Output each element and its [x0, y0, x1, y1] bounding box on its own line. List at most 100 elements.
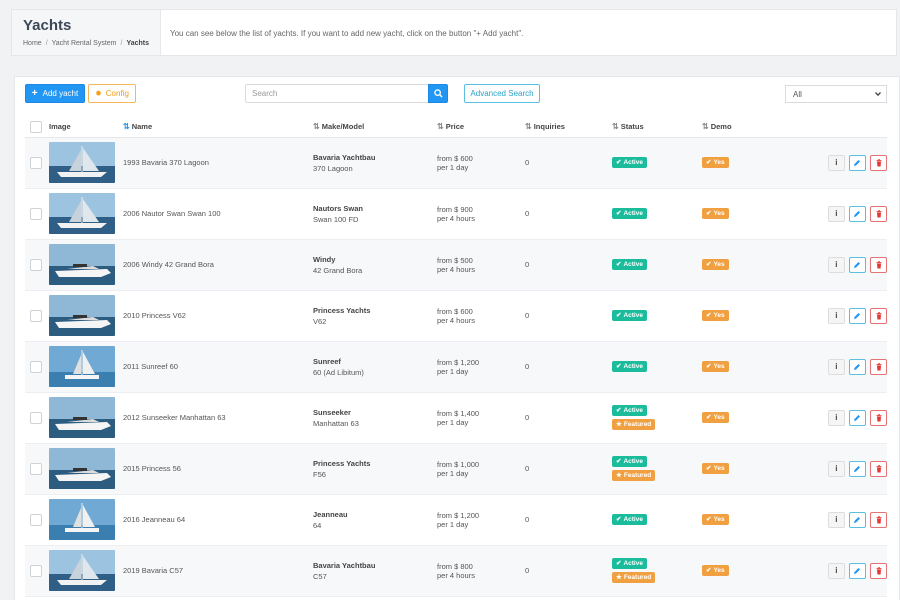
demo-badge[interactable]: ✔ Yes — [702, 310, 729, 321]
yacht-name[interactable]: 2015 Princess 56 — [123, 443, 313, 495]
row-checkbox[interactable] — [30, 156, 42, 169]
row-checkbox[interactable] — [30, 258, 42, 271]
demo-badge[interactable]: ✔ Yes — [702, 361, 729, 372]
status-badge[interactable]: ✔ Active — [612, 456, 647, 467]
table-row[interactable]: 2016 Jeanneau 64 Jeanneau 64 from $ 1,200… — [25, 494, 887, 546]
column-inquiries[interactable]: ⇅ Inquiries — [525, 117, 612, 138]
delete-button[interactable] — [870, 307, 887, 324]
status-badge[interactable]: ✔ Active — [612, 361, 647, 372]
info-button[interactable]: i — [827, 205, 845, 222]
demo-badge[interactable]: ✔ Yes — [702, 259, 729, 270]
table-row[interactable]: 2006 Windy 42 Grand Bora Windy 42 Grand B… — [25, 239, 887, 291]
config-button[interactable]: ✹ Config — [88, 84, 136, 103]
yacht-name[interactable]: 2012 Sunseeker Manhattan 63 — [123, 392, 313, 444]
demo-badge[interactable]: ✔ Yes — [702, 514, 729, 525]
delete-button[interactable] — [870, 511, 887, 528]
edit-button[interactable] — [848, 511, 866, 528]
delete-button[interactable] — [870, 358, 887, 375]
breadcrumb-home[interactable]: Home — [23, 40, 42, 47]
row-checkbox[interactable] — [30, 207, 42, 220]
column-make[interactable]: ⇅ Make/Model — [313, 117, 437, 138]
status-badge[interactable]: ✔ Active — [612, 310, 647, 321]
info-button[interactable]: i — [827, 460, 845, 477]
status-badge[interactable]: ✔ Active — [612, 157, 647, 168]
status-badge[interactable]: ✔ Active — [612, 514, 647, 525]
edit-button[interactable] — [848, 409, 866, 426]
status-badge[interactable]: ✔ Active — [612, 208, 647, 219]
status-badge[interactable]: ✔ Active — [612, 259, 647, 270]
delete-button[interactable] — [870, 460, 887, 477]
info-button[interactable]: i — [827, 409, 845, 426]
yacht-photo[interactable] — [49, 397, 115, 438]
yacht-name[interactable]: 1993 Bavaria 370 Lagoon — [123, 137, 313, 189]
breadcrumb-system[interactable]: Yacht Rental System — [52, 40, 117, 47]
info-button[interactable]: i — [827, 256, 845, 273]
column-price[interactable]: ⇅ Price — [437, 117, 525, 138]
demo-badge[interactable]: ✔ Yes — [702, 208, 729, 219]
column-status[interactable]: ⇅ Status — [612, 117, 702, 138]
edit-button[interactable] — [848, 307, 866, 324]
row-checkbox[interactable] — [30, 513, 42, 526]
edit-button[interactable] — [848, 562, 866, 579]
column-name[interactable]: ⇅ Name — [123, 117, 313, 138]
row-checkbox[interactable] — [30, 411, 42, 424]
select-all-checkbox[interactable] — [30, 120, 42, 133]
edit-button[interactable] — [848, 460, 866, 477]
table-row[interactable]: 1993 Bavaria 370 Lagoon Bavaria Yachtbau… — [25, 137, 887, 189]
yacht-name[interactable]: 2006 Windy 42 Grand Bora — [123, 239, 313, 291]
yacht-make: Princess Yachts — [313, 458, 371, 468]
info-button[interactable]: i — [827, 511, 845, 528]
yacht-name[interactable]: 2011 Sunreef 60 — [123, 341, 313, 393]
info-button[interactable]: i — [827, 562, 845, 579]
column-demo[interactable]: ⇅ Demo — [702, 117, 792, 138]
yacht-photo[interactable] — [49, 346, 115, 387]
demo-badge[interactable]: ✔ Yes — [702, 565, 729, 576]
status-filter-select[interactable]: All — [785, 85, 887, 103]
table-row[interactable]: 2012 Sunseeker Manhattan 63 Sunseeker Man… — [25, 392, 887, 444]
info-button[interactable]: i — [827, 307, 845, 324]
table-row[interactable]: 2011 Sunreef 60 Sunreef 60 (Ad Libitum) f… — [25, 341, 887, 393]
check-icon: ✔ — [706, 312, 712, 319]
row-checkbox[interactable] — [30, 309, 42, 322]
yacht-photo[interactable] — [49, 550, 115, 591]
yacht-name[interactable]: 2016 Jeanneau 64 — [123, 494, 313, 546]
edit-button[interactable] — [848, 256, 866, 273]
edit-button[interactable] — [848, 154, 866, 171]
search-input[interactable] — [245, 84, 428, 103]
edit-button[interactable] — [848, 358, 866, 375]
table-row[interactable]: 2010 Princess V62 Princess Yachts V62 fro… — [25, 290, 887, 342]
row-checkbox[interactable] — [30, 360, 42, 373]
info-icon: i — [835, 157, 838, 167]
yacht-name[interactable]: 2006 Nautor Swan Swan 100 — [123, 188, 313, 240]
yacht-model: F56 — [313, 469, 326, 479]
delete-button[interactable] — [870, 205, 887, 222]
row-checkbox[interactable] — [30, 462, 42, 475]
edit-button[interactable] — [848, 205, 866, 222]
yacht-name[interactable]: 2010 Princess V62 — [123, 290, 313, 342]
yacht-photo[interactable] — [49, 193, 115, 234]
yacht-photo[interactable] — [49, 295, 115, 336]
yacht-name[interactable]: 2019 Bavaria C57 — [123, 545, 313, 597]
demo-badge[interactable]: ✔ Yes — [702, 157, 729, 168]
add-yacht-button[interactable]: + Add yacht — [25, 84, 85, 103]
table-row[interactable]: 2015 Princess 56 Princess Yachts F56 from… — [25, 443, 887, 495]
delete-button[interactable] — [870, 409, 887, 426]
demo-badge[interactable]: ✔ Yes — [702, 463, 729, 474]
demo-badge[interactable]: ✔ Yes — [702, 412, 729, 423]
info-button[interactable]: i — [827, 154, 845, 171]
table-row[interactable]: 2006 Nautor Swan Swan 100 Nautors Swan Sw… — [25, 188, 887, 240]
status-badge[interactable]: ✔ Active — [612, 558, 647, 569]
status-badge[interactable]: ✔ Active — [612, 405, 647, 416]
yacht-photo[interactable] — [49, 142, 115, 183]
info-button[interactable]: i — [827, 358, 845, 375]
yacht-photo[interactable] — [49, 448, 115, 489]
yacht-photo[interactable] — [49, 244, 115, 285]
delete-button[interactable] — [870, 562, 887, 579]
delete-button[interactable] — [870, 256, 887, 273]
search-button[interactable] — [428, 84, 448, 103]
row-checkbox[interactable] — [30, 564, 42, 577]
delete-button[interactable] — [870, 154, 887, 171]
advanced-search-button[interactable]: Advanced Search — [464, 84, 540, 103]
yacht-photo[interactable] — [49, 499, 115, 540]
table-row[interactable]: 2019 Bavaria C57 Bavaria Yachtbau C57 fro… — [25, 545, 887, 597]
